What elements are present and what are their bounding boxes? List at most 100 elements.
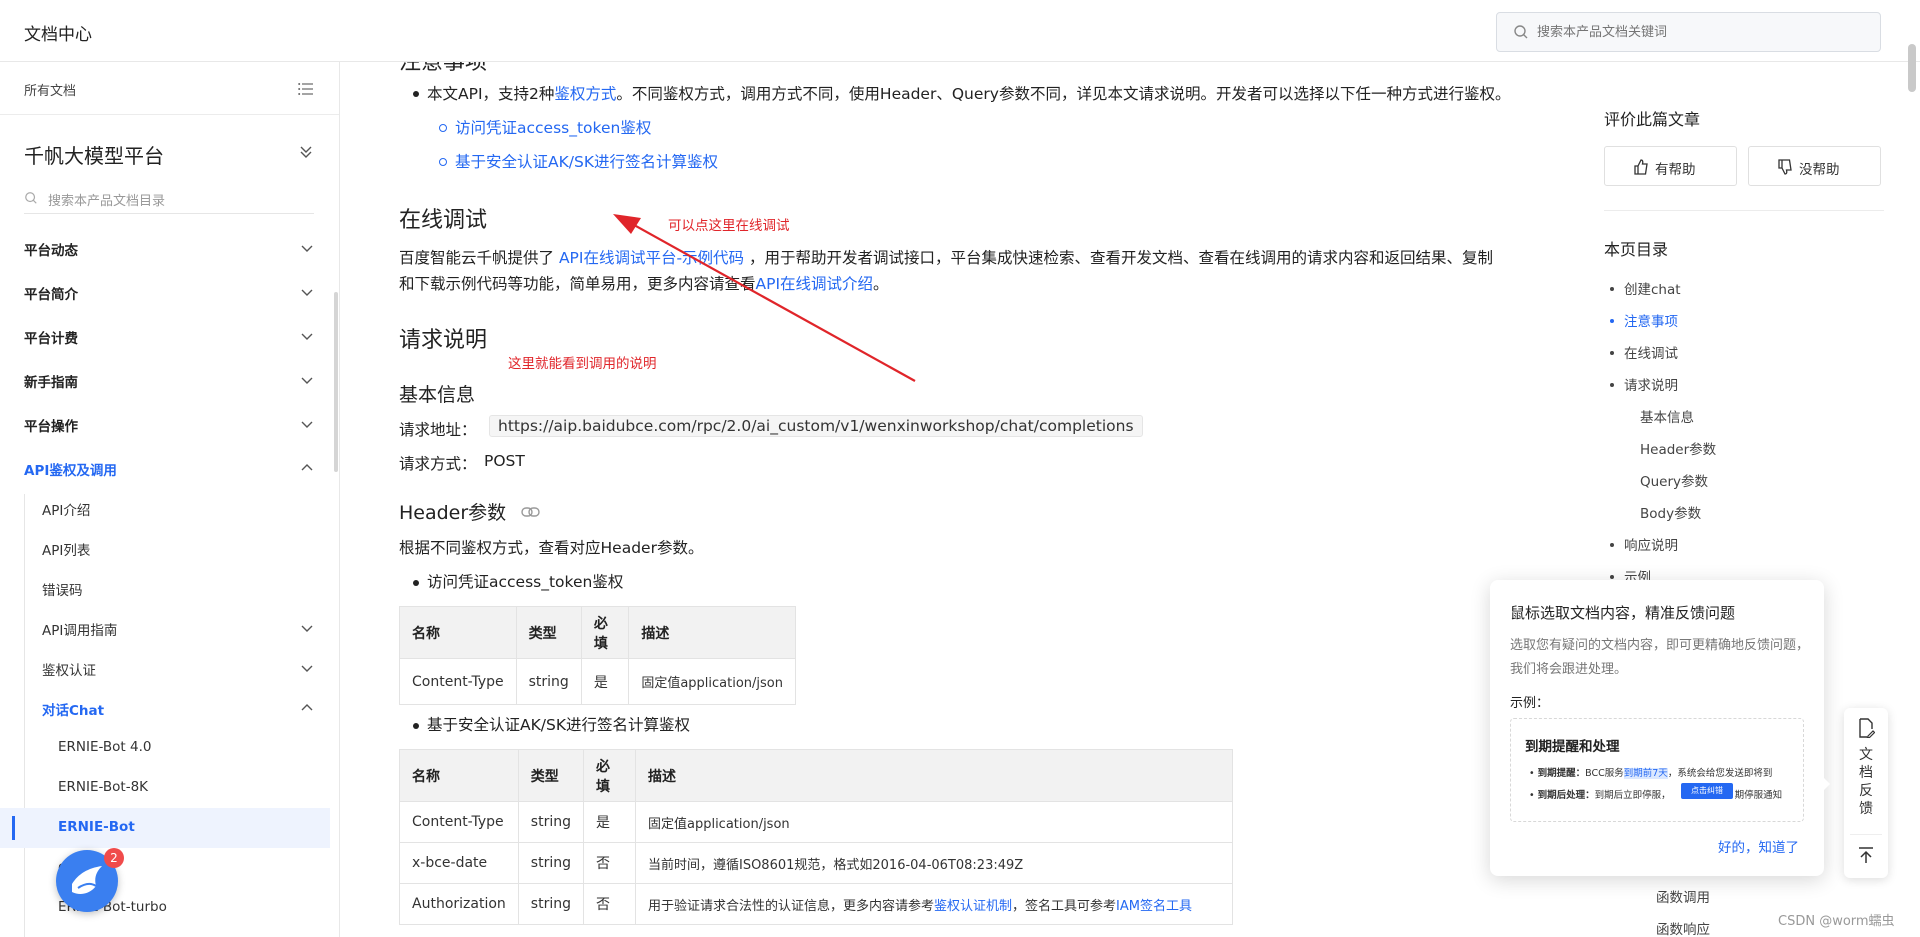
toc-item[interactable]: 响应说明: [1624, 534, 1678, 554]
example-preview: 到期提醒和处理 • 到期提醒：BCC服务到期前7天，系统会给您发送即将到 • 到…: [1510, 718, 1804, 822]
toc-subitem[interactable]: Header参数: [1640, 438, 1716, 458]
toc-title: 本页目录: [1604, 240, 1669, 259]
toc-item-active[interactable]: 注意事项: [1624, 310, 1678, 330]
sidebar-item-api-list[interactable]: API列表: [0, 528, 330, 568]
toc-item[interactable]: 创建chat: [1624, 278, 1681, 298]
table-row: Content-Type string 是 固定值application/jso…: [399, 658, 796, 705]
table-cell: Content-Type: [399, 801, 519, 843]
bullet: [413, 580, 419, 586]
table-header: 必填: [580, 606, 630, 659]
chevron-down-icon: [301, 333, 313, 340]
bullet-access-token: 访问凭证access_token鉴权: [427, 573, 624, 591]
table-header: 名称: [399, 606, 517, 659]
sidebar-item-ernie-bot[interactable]: ERNIE-Bot: [0, 808, 330, 848]
sidebar-item-label: API鉴权及调用: [24, 463, 117, 479]
sidebar-item-platform-intro[interactable]: 平台简介: [0, 272, 330, 312]
sidebar-item-platform-news[interactable]: 平台动态: [0, 228, 330, 268]
sidebar-item-label: 对话Chat: [42, 703, 105, 719]
directory-search[interactable]: 搜索本产品文档目录: [24, 184, 314, 214]
rate-article-title: 评价此篇文章: [1604, 110, 1701, 129]
link-icon[interactable]: [521, 504, 541, 520]
table-cell: x-bce-date: [399, 842, 519, 884]
bullet: [413, 723, 419, 729]
example-row: • 到期后处理：到期后立即停服， 期停服通知: [1529, 790, 1783, 801]
table-header: 名称: [399, 749, 519, 802]
back-to-top-icon[interactable]: [1857, 846, 1875, 864]
helpful-label: 有帮助: [1655, 162, 1696, 178]
double-chevron-down-icon[interactable]: [298, 144, 314, 160]
annotation-arrow: [613, 214, 916, 382]
sidebar-item-api-auth[interactable]: API鉴权及调用: [0, 448, 330, 488]
sidebar-item-label: 平台操作: [24, 419, 78, 435]
table-header: 必填: [582, 749, 636, 802]
helpful-button[interactable]: 有帮助: [1604, 146, 1737, 186]
table-cell: 否: [582, 842, 636, 884]
sidebar-item-api-guide[interactable]: API调用指南: [0, 608, 330, 648]
table-cell: Content-Type: [399, 658, 517, 705]
sidebar-item-ernie-bot-speed[interactable]: eed: [0, 848, 330, 888]
sidebar-item-ernie-bot-4[interactable]: ERNIE-Bot 4.0: [0, 728, 330, 768]
table-header: 类型: [515, 606, 582, 659]
got-it-button[interactable]: 好的，知道了: [1718, 836, 1799, 856]
sidebar-item-ernie-bot-turbo[interactable]: ERNIE-Bot-turbo: [0, 888, 330, 928]
chevron-down-icon: [301, 289, 313, 296]
sidebar-item-chat[interactable]: 对话Chat: [0, 688, 330, 728]
sidebar-item-label: ERNIE-Bot-8K: [58, 779, 149, 795]
toc-bullet: [1610, 543, 1614, 547]
sidebar-item-billing[interactable]: 平台计费: [0, 316, 330, 356]
chevron-down-icon: [301, 245, 313, 252]
sidebar-item-error-codes[interactable]: 错误码: [0, 568, 330, 608]
left-sidebar: 所有文档 千帆大模型平台 搜索本产品文档目录 平台动态 平台简介 平台计费 新手…: [0, 62, 340, 937]
header-table-aksk: 名称 类型 必填 描述 Content-Type string 是 固定值app…: [399, 749, 1234, 925]
toc-bullet: [1610, 319, 1614, 323]
example-row: • 到期提醒：BCC服务到期前7天，系统会给您发送即将到: [1529, 768, 1773, 779]
table-header: 描述: [634, 749, 1234, 802]
toc-subitem[interactable]: 函数响应: [1656, 918, 1710, 937]
sidebar-item-label: 平台计费: [24, 331, 78, 347]
product-title[interactable]: 千帆大模型平台: [24, 140, 164, 169]
sidebar-item-label: 新手指南: [24, 375, 78, 391]
toc-item[interactable]: 在线调试: [1624, 342, 1678, 362]
list-icon[interactable]: [298, 82, 314, 96]
toc-subitem[interactable]: 基本信息: [1640, 406, 1694, 426]
all-docs-link[interactable]: 所有文档: [24, 80, 76, 99]
sidebar-item-label: API介绍: [42, 503, 91, 519]
product-doc-search[interactable]: [1496, 12, 1881, 52]
search-icon: [1514, 25, 1528, 39]
header-table-token: 名称 类型 必填 描述 Content-Type string 是 固定值app…: [399, 606, 796, 705]
toc-bullet: [1610, 383, 1614, 387]
sidebar-item-auth[interactable]: 鉴权认证: [0, 648, 330, 688]
table-row: Content-Type string 是 固定值application/jso…: [399, 801, 1234, 843]
chevron-down-icon: [301, 421, 313, 428]
sidebar-item-api-intro[interactable]: API介绍: [0, 488, 330, 528]
example-correct-button: 点击纠错: [1681, 783, 1733, 799]
iam-sign-tool-link[interactable]: IAM签名工具: [1116, 899, 1192, 914]
page-scrollbar[interactable]: [1908, 44, 1916, 92]
sidebar-item-platform-ops[interactable]: 平台操作: [0, 404, 330, 444]
sidebar-scrollbar[interactable]: [334, 292, 338, 472]
feedback-guide-popover: 鼠标选取文档内容，精准反馈问题 选取您有疑问的文档内容，即可更精确地反馈问题，我…: [1490, 580, 1830, 876]
sidebar-item-label: 鉴权认证: [42, 663, 96, 679]
divider: [1604, 210, 1884, 211]
header-params-heading: Header参数: [399, 502, 507, 524]
sidebar-item-label: API列表: [42, 543, 91, 559]
doc-center-title[interactable]: 文档中心: [24, 20, 92, 45]
toc-subitem[interactable]: Body参数: [1640, 502, 1701, 522]
not-helpful-button[interactable]: 没帮助: [1748, 146, 1881, 186]
chevron-down-icon: [301, 665, 313, 672]
sidebar-item-ernie-bot-8k[interactable]: ERNIE-Bot-8K: [0, 768, 330, 808]
assistant-bot-button[interactable]: 2: [56, 848, 124, 912]
sidebar-item-label: ERNIE-Bot: [58, 819, 135, 835]
sidebar-item-getting-started[interactable]: 新手指南: [0, 360, 330, 400]
search-icon: [25, 192, 37, 204]
table-header: 描述: [628, 606, 796, 659]
search-input[interactable]: [1537, 13, 1867, 51]
toc-subitem[interactable]: Query参数: [1640, 470, 1708, 490]
header-params-desc: 根据不同鉴权方式，查看对应Header参数。: [399, 539, 704, 557]
doc-feedback-tab[interactable]: 文档反馈: [1844, 708, 1888, 878]
toc-subitem[interactable]: 函数调用: [1656, 886, 1710, 906]
table-cell: 用于验证请求合法性的认证信息，更多内容请参考鉴权认证机制，签名工具可参考IAM签…: [634, 883, 1234, 925]
toc-item[interactable]: 请求说明: [1624, 374, 1678, 394]
auth-mechanism-link[interactable]: 鉴权认证机制: [934, 899, 1012, 914]
divider: [1850, 834, 1882, 835]
